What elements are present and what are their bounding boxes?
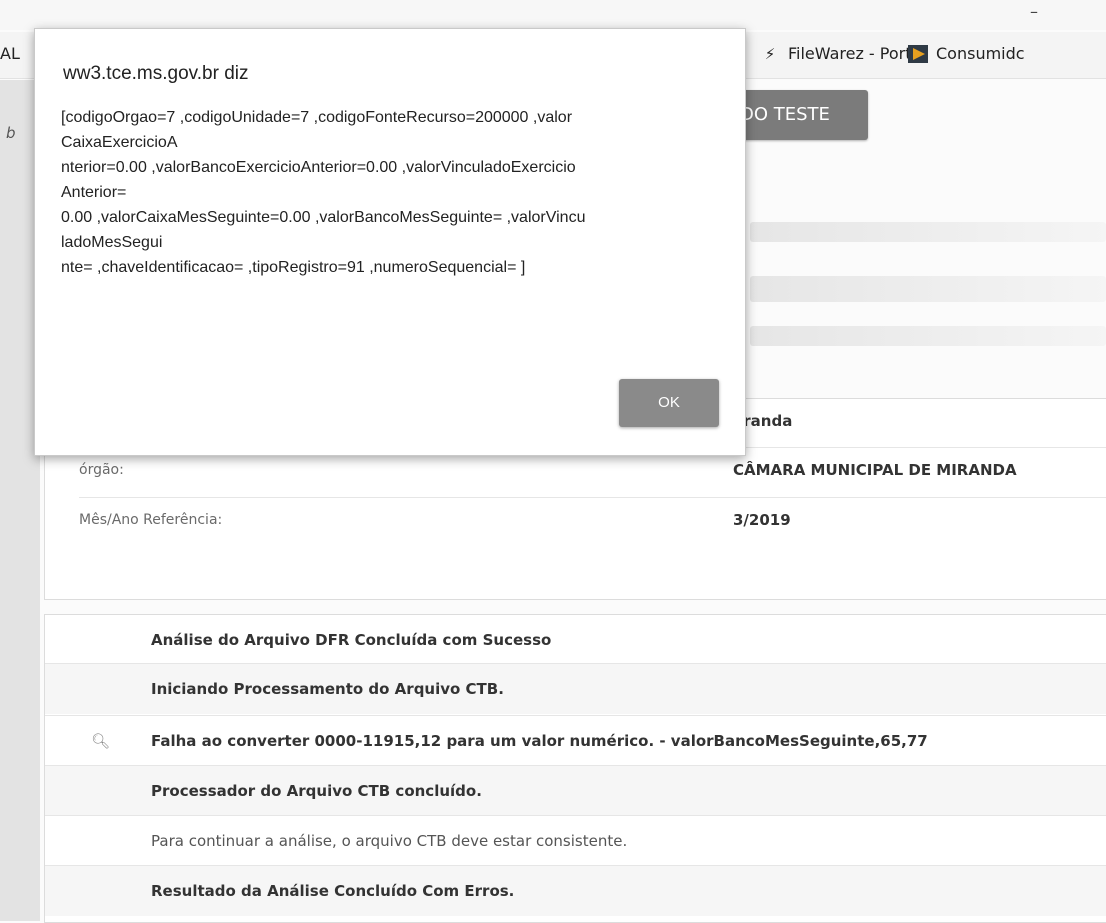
result-text: Processador do Arquivo CTB concluído. <box>151 782 482 800</box>
result-text: Falha ao converter 0000-11915,12 para um… <box>151 732 928 750</box>
info-row-mes: Mês/Ano Referência: 3/2019 <box>79 497 1106 546</box>
mes-label: Mês/Ano Referência: <box>79 512 223 528</box>
result-row: Para continuar a análise, o arquivo CTB … <box>45 815 1106 866</box>
bookmark-consumidor-label: Consumidc <box>936 44 1025 63</box>
result-text: Resultado da Análise Concluído Com Erros… <box>151 882 515 900</box>
search-icon[interactable]: 🔍︎ <box>91 732 110 750</box>
faded-text-line <box>750 326 1106 346</box>
minimize-icon[interactable]: – <box>1030 2 1038 21</box>
bookmark-consumidor[interactable]: Consumidc <box>908 44 1025 63</box>
mes-value: 3/2019 <box>733 511 791 529</box>
faded-text-line <box>750 222 1106 242</box>
result-text: Para continuar a análise, o arquivo CTB … <box>151 832 628 850</box>
dialog-message-line: ladoMesSegui <box>61 234 163 251</box>
result-row: Resultado da Análise Concluído Com Erros… <box>45 865 1106 916</box>
result-row: Processador do Arquivo CTB concluído. <box>45 765 1106 816</box>
bookmark-left[interactable]: AL <box>0 44 20 63</box>
dialog-message-line: Anterior= <box>61 184 127 201</box>
orgao-value: CÂMARA MUNICIPAL DE MIRANDA <box>733 461 1017 479</box>
orgao-label: órgão: <box>79 462 124 478</box>
sidebar-letter: b <box>6 124 16 142</box>
dialog-message-line: nterior=0.00 ,valorBancoExercicioAnterio… <box>61 159 576 176</box>
bookmark-filewarez[interactable]: ⚡ FileWarez - Portal <box>760 44 926 63</box>
title-bar: – <box>0 0 1106 30</box>
dialog-message: [codigoOrgao=7 ,codigoUnidade=7 ,codigoF… <box>61 105 721 280</box>
results-card: Análise do Arquivo DFR Concluída com Suc… <box>44 614 1106 923</box>
result-text: Análise do Arquivo DFR Concluída com Suc… <box>151 631 552 649</box>
result-row: Análise do Arquivo DFR Concluída com Suc… <box>45 615 1106 665</box>
result-text: Iniciando Processamento do Arquivo CTB. <box>151 680 504 698</box>
dialog-message-line: [codigoOrgao=7 ,codigoUnidade=7 ,codigoF… <box>61 109 573 126</box>
alert-dialog: ww3.tce.ms.gov.br diz [codigoOrgao=7 ,co… <box>34 28 746 456</box>
dialog-message-line: nte= ,chaveIdentificacao= ,tipoRegistro=… <box>61 259 526 276</box>
consumidor-icon <box>908 44 928 63</box>
dialog-title: ww3.tce.ms.gov.br diz <box>63 63 249 84</box>
result-row: 🔍︎ Falha ao converter 0000-11915,12 para… <box>45 715 1106 766</box>
faded-text-line <box>750 276 1106 302</box>
result-row: Iniciando Processamento do Arquivo CTB. <box>45 663 1106 714</box>
dialog-message-line: 0.00 ,valorCaixaMesSeguinte=0.00 ,valorB… <box>61 209 586 226</box>
ok-button[interactable]: OK <box>619 379 719 427</box>
filewarez-icon: ⚡ <box>764 44 776 63</box>
bookmark-filewarez-label: FileWarez - Portal <box>788 44 926 63</box>
dialog-message-line: CaixaExercicioA <box>61 134 178 151</box>
